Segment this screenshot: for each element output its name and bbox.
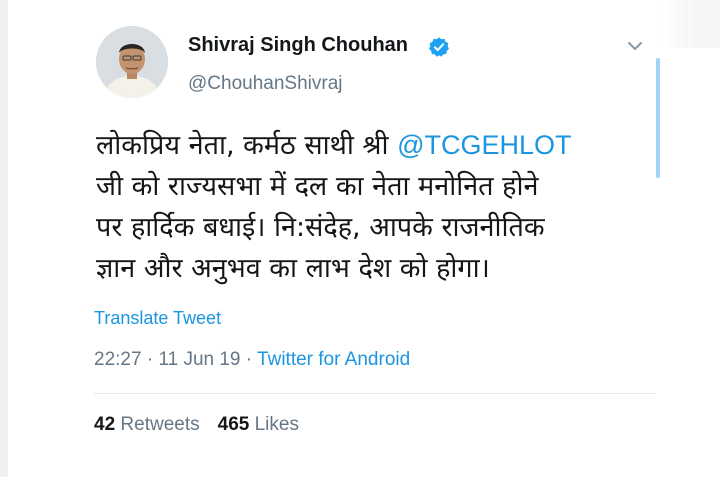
verified-badge-icon: [429, 37, 449, 57]
like-label: Likes: [254, 414, 299, 435]
tweet-text-line: पर हार्दिक बधाई। नि:संदेह, आपके राजनीतिक: [96, 212, 545, 243]
tweet-card: Shivraj Singh Chouhan @ChouhanShivraj लो…: [0, 0, 720, 477]
likes-stat[interactable]: 465 Likes: [218, 414, 299, 435]
mention-link[interactable]: @TCGEHLOT: [397, 130, 571, 160]
translate-tweet-link[interactable]: Translate Tweet: [94, 308, 221, 329]
tweet-text-line: ज्ञान और अनुभव का लाभ देश को होगा।: [96, 253, 490, 284]
tweet-text: लोकप्रिय नेता, कर्मठ साथी श्री @TCGEHLOT…: [96, 125, 656, 289]
meta-separator: ·: [146, 349, 154, 370]
chevron-down-icon[interactable]: [626, 38, 644, 54]
retweet-label: Retweets: [120, 414, 200, 435]
author-name[interactable]: Shivraj Singh Chouhan: [188, 34, 408, 57]
avatar[interactable]: [96, 26, 168, 98]
retweets-stat[interactable]: 42 Retweets: [94, 414, 200, 435]
left-edge-shadow: [0, 0, 8, 477]
author-handle[interactable]: @ChouhanShivraj: [188, 73, 343, 95]
tweet-text-line: लोकप्रिय नेता, कर्मठ साथी श्री @TCGEHLOT: [96, 125, 656, 166]
avatar-image: [96, 26, 168, 98]
tweet-metadata: 22:27 · 11 Jun 19 · Twitter for Android: [94, 349, 410, 371]
divider: [94, 393, 656, 394]
tweet-text-segment: लोकप्रिय नेता, कर्मठ साथी श्री: [96, 130, 398, 161]
retweet-count: 42: [94, 414, 116, 435]
tweet-date[interactable]: 11 Jun 19: [158, 349, 240, 370]
tweet-stats: 42 Retweets 465 Likes: [94, 414, 299, 436]
tweet-source-link[interactable]: Twitter for Android: [257, 349, 410, 370]
tweet-time[interactable]: 22:27: [94, 349, 142, 370]
scrollbar[interactable]: [656, 58, 660, 178]
meta-separator: ·: [245, 349, 253, 370]
like-count: 465: [217, 414, 250, 435]
tweet-text-line: जी को राज्यसभा में दल का नेता मनोनित होन…: [96, 171, 539, 202]
background-fragment: [660, 0, 720, 48]
